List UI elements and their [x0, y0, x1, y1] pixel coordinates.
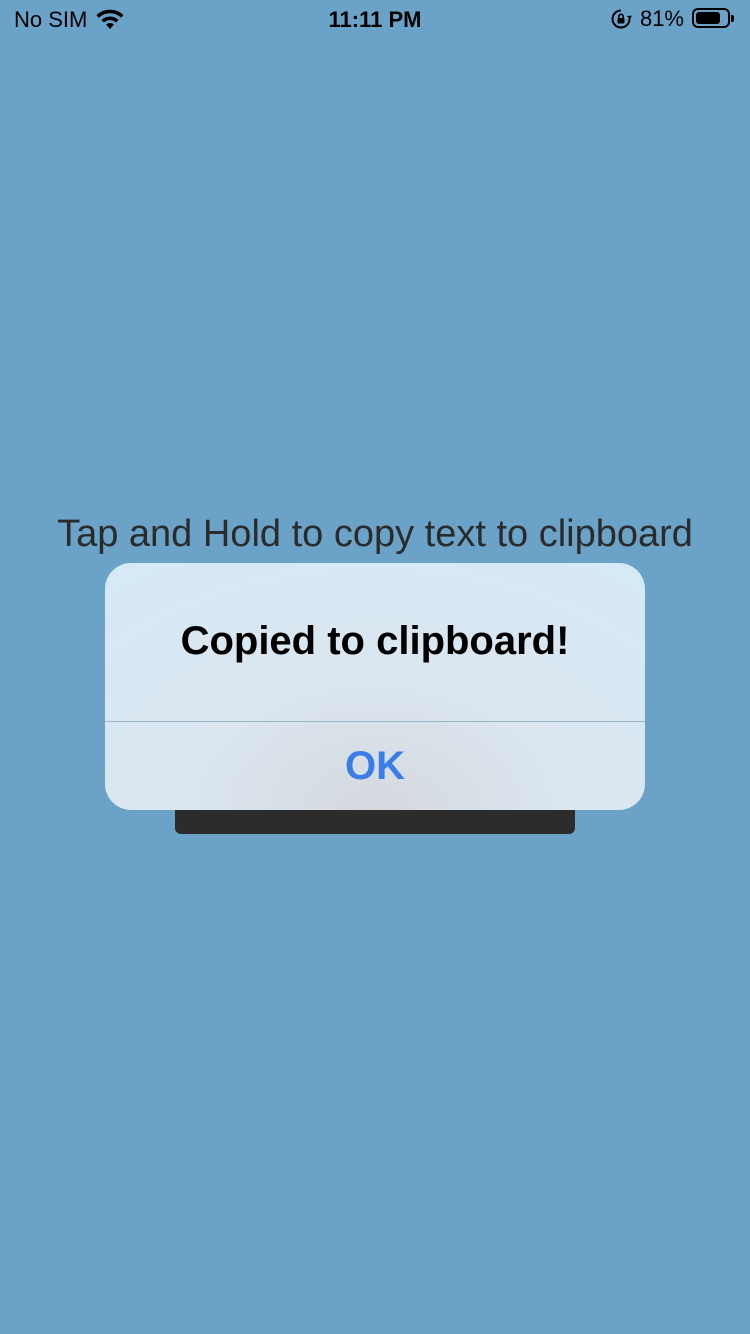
- ok-button[interactable]: OK: [105, 722, 645, 810]
- battery-nub: [731, 15, 734, 22]
- alert-dialog: Copied to clipboard! OK: [105, 563, 645, 810]
- status-right-group: 81%: [610, 7, 736, 31]
- battery-fill: [696, 12, 721, 24]
- rotation-lock-icon: [611, 9, 632, 29]
- battery-icon: [692, 8, 736, 30]
- battery-percent: 81%: [639, 6, 684, 31]
- status-bar: No SIM 11:11 PM 81%: [0, 0, 750, 40]
- battery-shell: [692, 8, 730, 28]
- alert-title: Copied to clipboard!: [180, 619, 570, 663]
- instruction-text[interactable]: Tap and Hold to copy text to clipboard: [0, 510, 750, 558]
